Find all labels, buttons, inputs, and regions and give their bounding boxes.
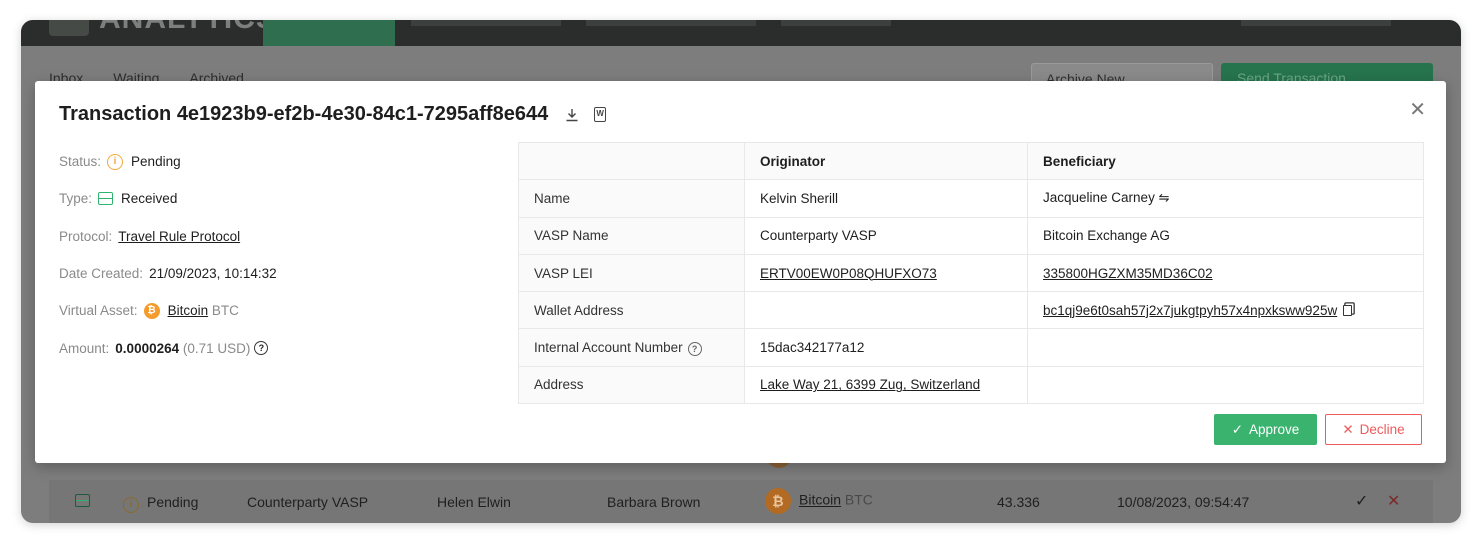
row-label: VASP Name [518,216,745,255]
word-doc-icon[interactable]: W [594,107,607,122]
row-label: Internal Account Number [534,339,683,355]
beneficiary-address [1027,365,1424,405]
originator-beneficiary-table: Originator Beneficiary Name Kelvin Sheri… [518,141,1424,405]
beneficiary-vasp-name: Bitcoin Exchange AG [1027,216,1424,255]
table-header-originator: Originator [744,141,1028,181]
originator-vasp-lei-cell: ERTV00EW0P08QHUFXO73 [744,253,1028,293]
nav-item[interactable] [781,20,891,26]
protocol-label: Protocol: [59,228,113,244]
beneficiary-vasp-lei-cell: 335800HGZXM35MD36C02 [1027,253,1424,293]
amount-fiat: (0.71 USD) [182,340,251,356]
table-row-vasp-lei: VASP LEI ERTV00EW0P08QHUFXO73 335800HGZX… [518,253,1424,293]
modal-actions: ✓ Approve ✕ Decline [1214,414,1422,445]
transaction-meta: Status: i Pending Type: Received Protoco… [59,143,519,367]
question-circle-icon[interactable]: ? [687,341,702,356]
decline-label: Decline [1359,422,1405,437]
table-header-empty [518,141,745,181]
date-created-label: Date Created: [59,266,144,282]
bitcoin-icon: ₿ [765,488,791,514]
app-logo: ANALYTICS [49,20,277,36]
amount-row: Amount: 0.0000264 (0.71 USD) ? [59,329,519,366]
beneficiary-cell: Barbara Brown [607,494,701,510]
check-icon: ✓ [1231,421,1243,437]
row-label: Wallet Address [518,291,745,330]
download-icon[interactable] [564,107,580,123]
beneficiary-name: Jacqueline Carney [1043,190,1155,206]
asset-link[interactable]: Bitcoin [799,492,841,508]
approve-label: Approve [1249,422,1300,437]
nav-item-active[interactable] [263,20,395,46]
inbox-icon [75,494,90,510]
swap-arrows-icon[interactable]: ⇋ [1159,190,1170,205]
question-circle-icon[interactable]: ? [254,341,269,356]
row-label-cell: Internal Account Number? [518,328,745,367]
transaction-modal: Transaction 4e1923b9-ef2b-4e30-84c1-7295… [35,81,1446,463]
row-label: VASP LEI [518,253,745,293]
row-label: Address [518,365,745,405]
bitcoin-icon: ₿ [143,302,160,319]
type-value: Received [121,191,178,207]
modal-title: Transaction 4e1923b9-ef2b-4e30-84c1-7295… [59,103,607,126]
originator-wallet-address [744,291,1028,330]
originator-address-link[interactable]: Lake Way 21, 6399 Zug, Switzerland [760,377,980,392]
virtual-asset-row: Virtual Asset: ₿ Bitcoin BTC [59,292,519,329]
date-cell: 10/08/2023, 09:54:47 [1117,494,1250,510]
nav-item[interactable] [586,20,756,26]
date-created-row: Date Created: 21/09/2023, 10:14:32 [59,255,519,292]
counterparty-cell: Counterparty VASP [247,494,369,510]
amount-label: Amount: [59,340,110,356]
originator-internal-account: 15dac342177a12 [744,328,1028,367]
status-label: Status: [59,154,102,170]
status-value: Pending [131,154,181,170]
beneficiary-internal-account [1027,328,1424,367]
row-label: Name [518,179,745,218]
asset-cell: ₿ Bitcoin BTC [765,488,873,514]
protocol-link[interactable]: Travel Rule Protocol [118,229,240,244]
type-row: Type: Received [59,180,519,217]
close-icon[interactable]: ✕ [1409,97,1426,122]
amount-cell: 43.336 [997,494,1040,510]
status-cell: i Pending [123,494,198,513]
status-row: Status: i Pending [59,143,519,180]
date-created-value: 21/09/2023, 10:14:32 [149,266,277,282]
copy-icon[interactable] [1343,304,1353,316]
asset-link[interactable]: Bitcoin [168,303,209,318]
beneficiary-wallet-cell: bc1qj9e6t0sah57j2x7jukgtpyh57x4npxksww92… [1027,291,1424,330]
originator-vasp-lei-link[interactable]: ERTV00EW0P08QHUFXO73 [760,266,937,281]
table-row-address: Address Lake Way 21, 6399 Zug, Switzerla… [518,365,1424,405]
virtual-asset-label: Virtual Asset: [59,303,138,319]
approve-button[interactable]: ✓ Approve [1214,414,1317,445]
user-menu[interactable] [1241,20,1391,26]
originator-name: Kelvin Sherill [744,179,1028,218]
table-header-beneficiary: Beneficiary [1027,141,1424,181]
amount-value: 0.0000264 [115,340,180,356]
asset-symbol: BTC [211,303,239,319]
nav-item[interactable] [411,20,561,26]
close-icon: ✕ [1342,421,1354,437]
table-row-internal-account: Internal Account Number? 15dac342177a12 [518,328,1424,367]
pending-icon: i [107,153,124,170]
table-header-row: Originator Beneficiary [518,141,1424,181]
table-row-vasp-name: VASP Name Counterparty VASP Bitcoin Exch… [518,216,1424,255]
beneficiary-vasp-lei-link[interactable]: 335800HGZXM35MD36C02 [1043,266,1213,281]
beneficiary-name-cell: Jacqueline Carney ⇋ [1027,179,1424,218]
protocol-row: Protocol: Travel Rule Protocol [59,218,519,255]
pending-icon: i [123,497,139,513]
originator-vasp-name: Counterparty VASP [744,216,1028,255]
top-navbar: ANALYTICS [21,20,1461,46]
inbox-icon [98,192,114,206]
originator-cell: Helen Elwin [437,494,511,510]
table-row[interactable]: i Pending Counterparty VASP Helen Elwin B… [49,480,1433,523]
originator-address-cell: Lake Way 21, 6399 Zug, Switzerland [744,365,1028,405]
decline-x-icon[interactable]: ✕ [1387,491,1400,511]
transaction-title: Transaction 4e1923b9-ef2b-4e30-84c1-7295… [59,103,549,125]
beneficiary-wallet-link[interactable]: bc1qj9e6t0sah57j2x7jukgtpyh57x4npxksww92… [1043,303,1337,318]
approve-check-icon[interactable]: ✓ [1355,491,1368,511]
type-label: Type: [59,191,93,207]
table-row-wallet-address: Wallet Address bc1qj9e6t0sah57j2x7jukgtp… [518,291,1424,330]
decline-button[interactable]: ✕ Decline [1325,414,1422,445]
table-row-name: Name Kelvin Sherill Jacqueline Carney ⇋ [518,179,1424,218]
